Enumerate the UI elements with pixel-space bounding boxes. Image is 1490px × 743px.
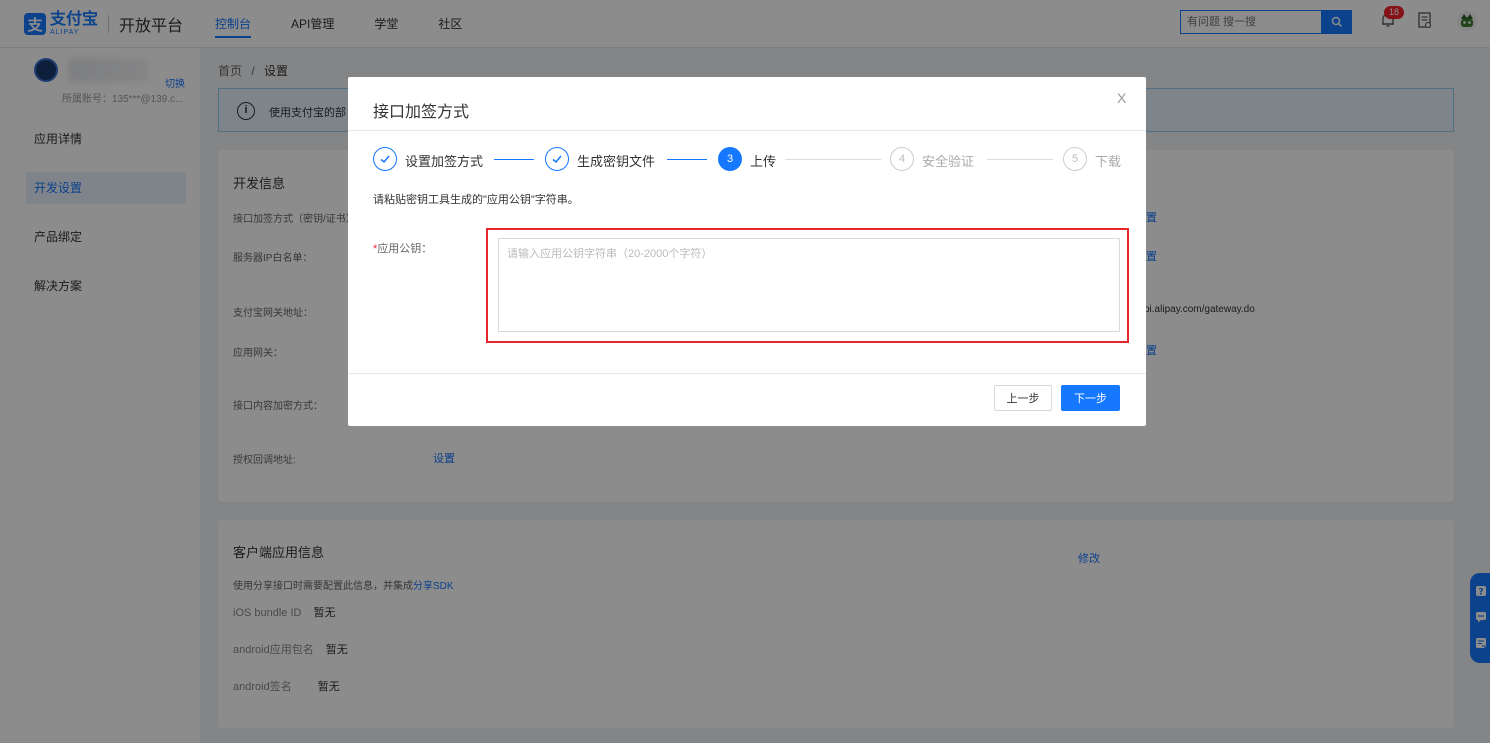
step-1-check-icon	[373, 147, 397, 171]
step-3-label: 上传	[750, 154, 777, 169]
step-4-label: 安全验证	[922, 154, 975, 169]
sign-method-modal: 接口加签方式 X 设置加签方式 生成密钥文件 3 上传 4 安全验证 5 下载 …	[348, 77, 1146, 426]
modal-header-divider	[348, 130, 1146, 131]
modal-title: 接口加签方式	[373, 104, 470, 121]
modal-footer-divider	[348, 373, 1146, 374]
step-1-label: 设置加签方式	[405, 154, 484, 169]
step-3-number: 3	[718, 147, 742, 171]
modal-hint-text: 请粘贴密钥工具生成的"应用公钥"字符串。	[373, 194, 579, 206]
step-2-label: 生成密钥文件	[577, 154, 656, 169]
step-4-number: 4	[890, 147, 914, 171]
app-public-key-input[interactable]	[498, 238, 1120, 332]
step-3-connector	[785, 159, 881, 160]
step-2-connector	[667, 159, 707, 160]
step-4-connector	[987, 159, 1053, 160]
step-2-check-icon	[545, 147, 569, 171]
step-indicator: 设置加签方式 生成密钥文件 3 上传 4 安全验证 5 下载	[373, 147, 1123, 173]
step-5-label: 下载	[1095, 154, 1122, 169]
app-public-key-label: *应用公钥：	[373, 240, 432, 256]
app-public-key-label-text: 应用公钥：	[377, 243, 433, 255]
step-1-connector	[494, 159, 534, 160]
prev-step-button[interactable]: 上一步	[994, 385, 1052, 411]
step-5-number: 5	[1063, 147, 1087, 171]
next-step-button[interactable]: 下一步	[1061, 385, 1120, 411]
close-icon[interactable]: X	[1117, 90, 1126, 106]
